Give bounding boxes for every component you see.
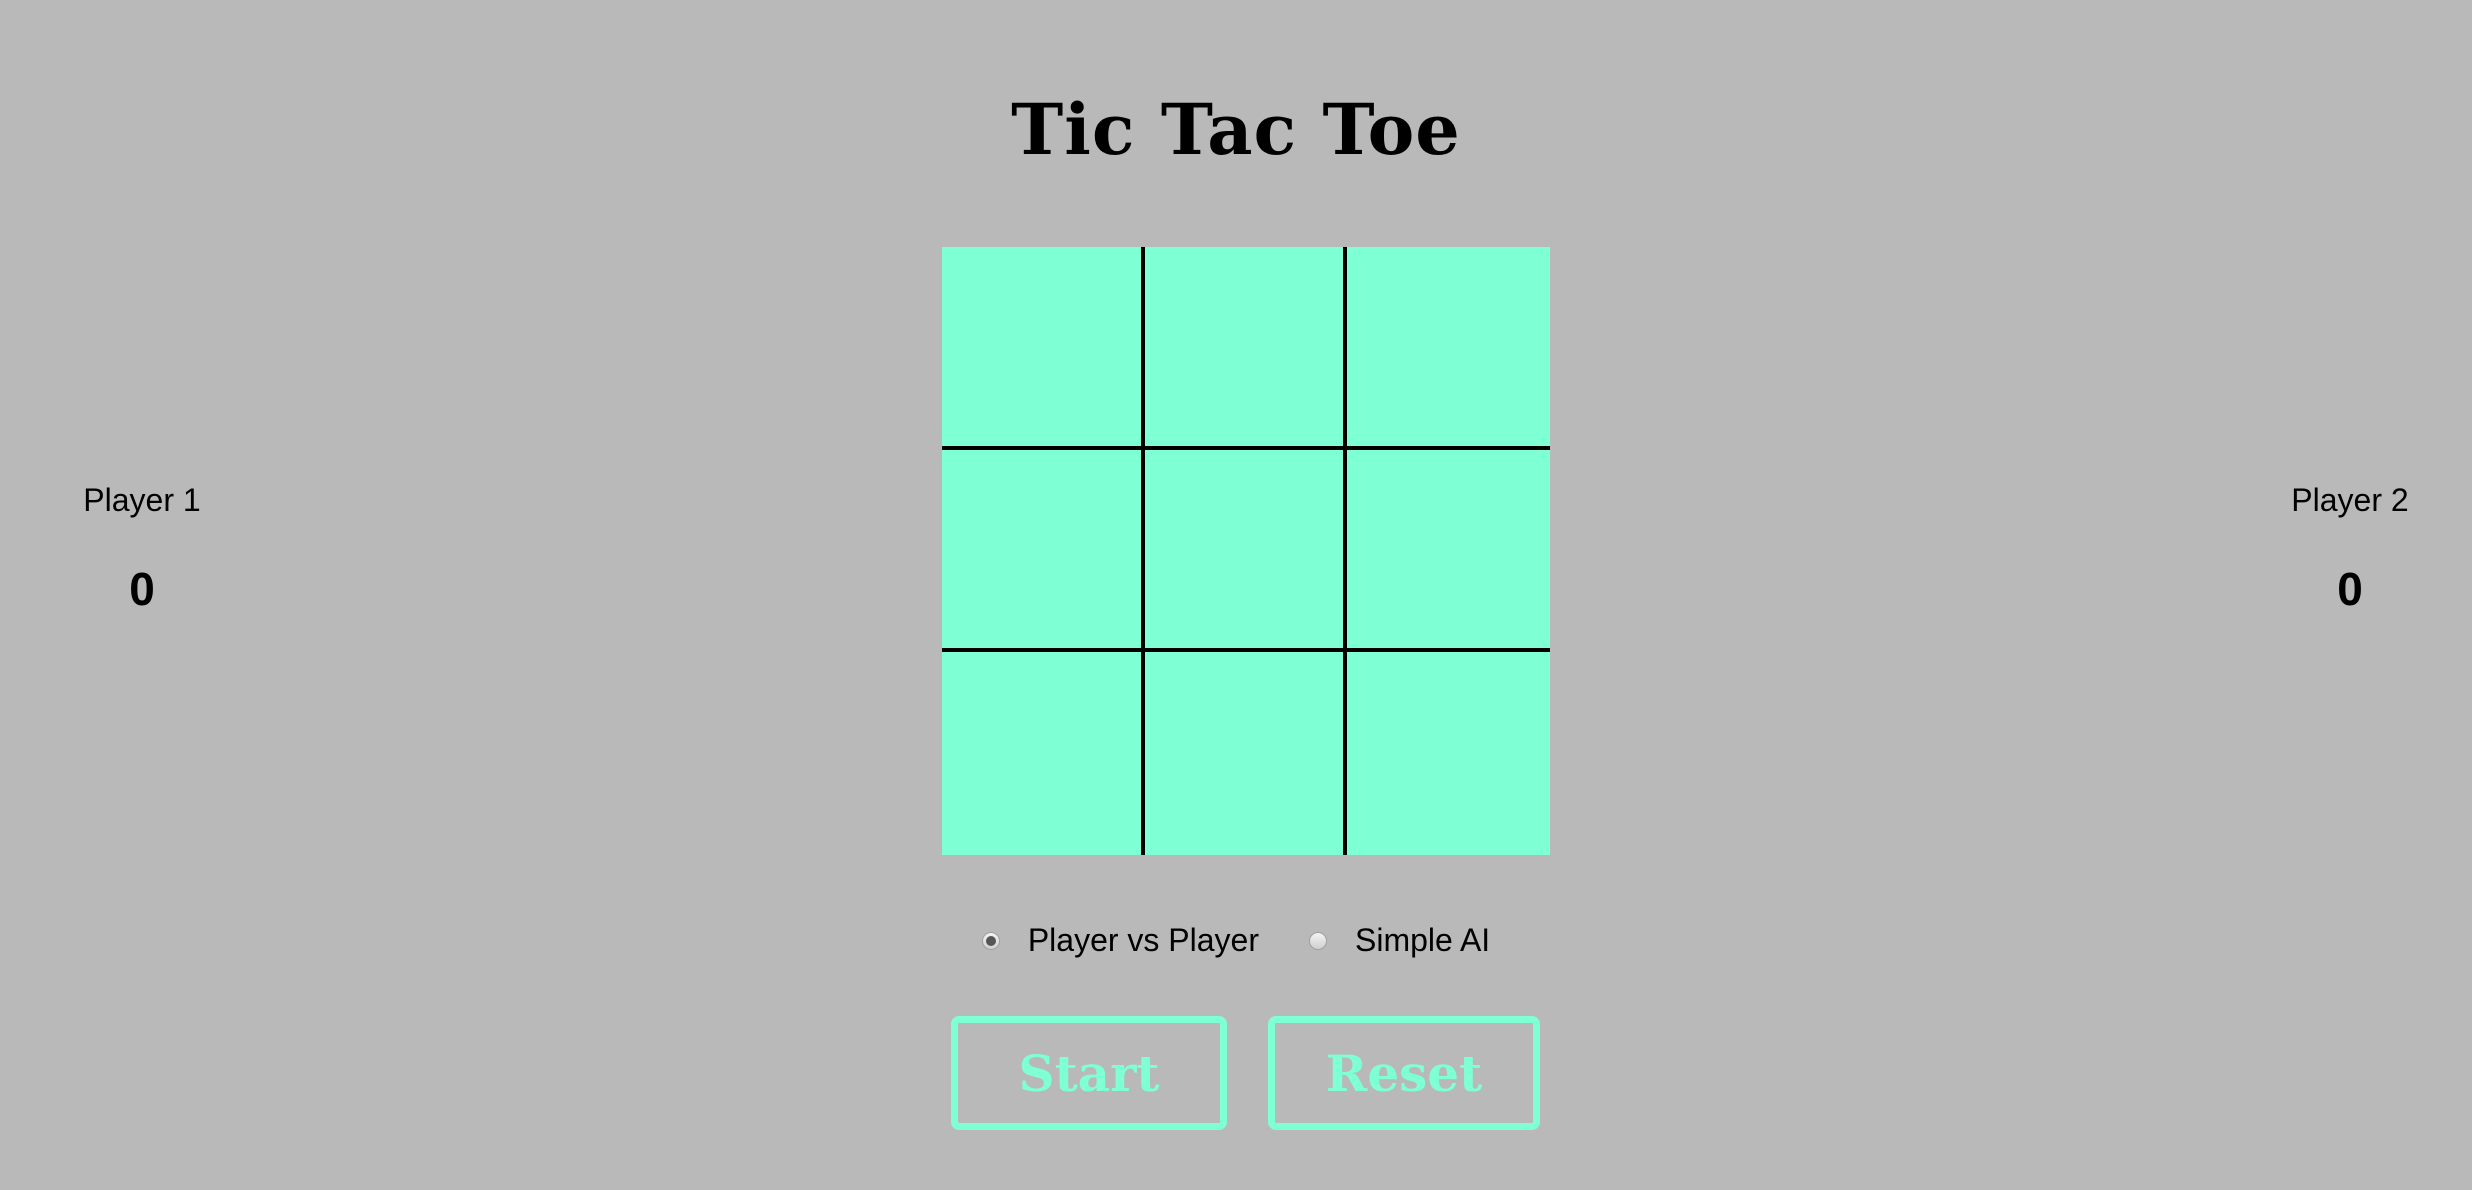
board-cell[interactable] — [1347, 652, 1550, 855]
mode-label: Simple AI — [1355, 922, 1491, 958]
radio-dot-icon — [985, 935, 996, 946]
board-cell[interactable] — [1144, 247, 1348, 450]
player-2-score: 0 — [2337, 563, 2363, 615]
reset-button[interactable]: Reset — [1268, 1016, 1540, 1130]
page-title: Tic Tac Toe — [1011, 88, 1461, 171]
player-1-panel: Player 1 0 — [42, 478, 242, 616]
board-cell[interactable] — [942, 449, 1145, 653]
control-buttons: Start Reset — [0, 1016, 2472, 1130]
board-cell[interactable] — [942, 652, 1145, 855]
mode-label: Player vs Player — [1027, 922, 1259, 958]
board-cell[interactable] — [1347, 450, 1550, 653]
radio-simple-ai[interactable] — [1309, 931, 1327, 950]
radio-player-vs-player[interactable] — [981, 931, 1000, 950]
mode-simple-ai[interactable]: Simple AI — [1309, 922, 1490, 959]
board-cell[interactable] — [942, 247, 1145, 450]
mode-player-vs-player[interactable]: Player vs Player — [981, 922, 1259, 959]
player-2-panel: Player 2 0 — [2250, 478, 2450, 616]
player-1-name: Player 1 — [83, 482, 201, 518]
player-2-name: Player 2 — [2291, 482, 2409, 518]
game-mode-selector: Player vs Player Simple AI — [0, 922, 2472, 959]
board-cell[interactable] — [1145, 652, 1348, 855]
game-board — [942, 247, 1550, 855]
start-button[interactable]: Start — [951, 1016, 1227, 1130]
player-1-score: 0 — [129, 563, 155, 615]
board-cell[interactable] — [1144, 449, 1348, 653]
board-cell[interactable] — [1347, 247, 1550, 450]
